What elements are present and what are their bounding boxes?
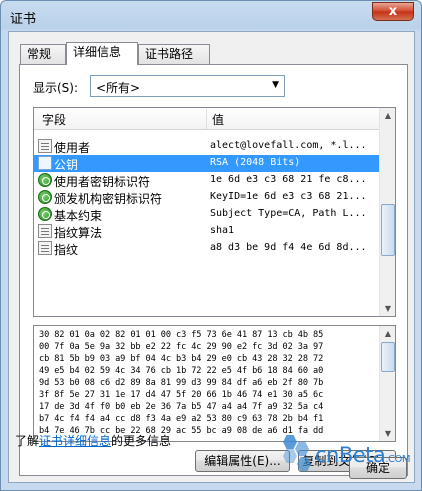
certificate-dialog: 证书 x 常规 详细信息 证书路径 显示(S): <所有> ▼ 字段 值 使用者… xyxy=(0,0,422,491)
hex-line: 30 82 01 0a 02 82 01 01 00 c3 f5 73 6e 4… xyxy=(39,330,324,340)
watermark-hex-shape xyxy=(297,457,311,471)
list-row[interactable]: 使用者密钥标识符 1e 6d e3 c3 68 21 fe c8... xyxy=(34,172,380,189)
row-field: 公钥 xyxy=(54,158,79,172)
row-field: 颁发机构密钥标识符 xyxy=(54,192,163,206)
list-row[interactable]: 指纹 a8 d3 be 9d f4 4e 6d 8d... xyxy=(34,240,380,257)
value-detail-box[interactable]: 30 82 01 0a 02 82 01 01 00 c3 f5 73 6e 4… xyxy=(33,325,396,442)
certificate-field-icon xyxy=(38,224,52,238)
hex-line: b7 4c f4 f4 a4 cc d8 f3 4a e9 a2 53 80 c… xyxy=(39,414,324,424)
scroll-up-icon[interactable]: ▲ xyxy=(381,326,395,341)
row-value: 1e 6d e3 c3 68 21 fe c8... xyxy=(210,174,367,185)
row-value: KeyID=1e 6d e3 c3 68 21... xyxy=(210,191,367,202)
hex-line: 49 e5 b4 02 59 4c 34 76 cb 1b 72 22 e5 4… xyxy=(39,366,324,376)
list-row[interactable]: 使用者 alect@lovefall.com, *.l... xyxy=(34,138,380,155)
window-title: 证书 xyxy=(10,12,37,27)
learn-more-prefix: 了解 xyxy=(15,434,40,448)
certificate-field-icon xyxy=(38,241,52,255)
column-header-field[interactable]: 字段 xyxy=(42,111,66,128)
learn-more-suffix: 的更多信息 xyxy=(111,434,172,448)
list-row[interactable]: 颁发机构密钥标识符 KeyID=1e 6d e3 c3 68 21... xyxy=(34,189,380,206)
tab-details[interactable]: 详细信息 xyxy=(66,42,138,65)
fields-list[interactable]: 字段 值 使用者 alect@lovefall.com, *.l... 公钥 R… xyxy=(33,107,396,317)
scroll-thumb[interactable] xyxy=(381,342,395,372)
show-label: 显示(S): xyxy=(33,81,79,95)
close-button[interactable]: x xyxy=(372,2,414,21)
show-dropdown-value: <所有> xyxy=(96,81,141,95)
row-value: a8 d3 be 9d f4 4e 6d 8d... xyxy=(210,242,367,253)
chevron-down-icon: ▼ xyxy=(272,80,279,90)
title-bar[interactable]: 证书 x xyxy=(1,1,421,31)
scroll-up-icon[interactable]: ▲ xyxy=(381,108,395,123)
hex-line: 3f 8f 5e 27 31 1e 17 d4 47 5f 20 66 1b 4… xyxy=(39,390,324,400)
learn-more-link[interactable]: 证书详细信息 xyxy=(39,434,111,448)
column-header-value[interactable]: 值 xyxy=(212,111,224,128)
row-field: 使用者 xyxy=(54,141,91,155)
watermark-text: cnBeta.COM xyxy=(315,443,410,467)
learn-more-text: 了解证书详细信息的更多信息 xyxy=(15,432,171,449)
key-icon xyxy=(38,156,52,170)
watermark-hex-shape xyxy=(283,435,297,449)
scroll-thumb[interactable] xyxy=(381,204,395,256)
certificate-field-icon xyxy=(38,139,52,153)
edit-properties-button[interactable]: 编辑属性(E)... xyxy=(195,450,290,472)
list-row[interactable]: 指纹算法 sha1 xyxy=(34,223,380,240)
list-header: 字段 值 xyxy=(34,108,380,130)
show-dropdown[interactable]: <所有> ▼ xyxy=(90,75,285,97)
scroll-down-icon[interactable]: ▼ xyxy=(381,301,395,316)
tab-general[interactable]: 常规 xyxy=(20,44,66,64)
extension-icon xyxy=(38,173,52,187)
row-field: 指纹 xyxy=(54,243,79,257)
hex-line: 00 7f 0a 5e 9a 32 bb e2 22 fc 4c 29 90 e… xyxy=(39,342,324,352)
hex-line: 9d 53 b0 08 c6 d2 89 8a 81 99 d3 99 84 d… xyxy=(39,378,324,388)
row-field: 指纹算法 xyxy=(54,226,103,240)
detail-scrollbar[interactable]: ▲ ▼ xyxy=(379,326,395,441)
extension-icon xyxy=(38,207,52,221)
row-value: sha1 xyxy=(210,225,235,236)
watermark-hex-shape xyxy=(295,442,309,456)
row-field: 基本约束 xyxy=(54,209,103,223)
list-scrollbar[interactable]: ▲ ▼ xyxy=(379,108,395,316)
hex-line: cb 81 5b b9 03 a9 bf 04 4c b3 b4 29 e0 c… xyxy=(39,354,324,364)
tab-certification-path[interactable]: 证书路径 xyxy=(138,44,210,64)
cnbeta-watermark: cnBeta.COM xyxy=(277,429,422,481)
row-value: RSA (2048 Bits) xyxy=(210,157,301,168)
row-field: 使用者密钥标识符 xyxy=(54,175,151,189)
extension-icon xyxy=(38,190,52,204)
row-value: alect@lovefall.com, *.l... xyxy=(210,140,367,151)
row-value: Subject Type=CA, Path L... xyxy=(210,208,367,219)
watermark-hex-shape xyxy=(283,449,297,463)
list-row-selected[interactable]: 公钥 RSA (2048 Bits) xyxy=(34,155,380,172)
list-row[interactable]: 基本约束 Subject Type=CA, Path L... xyxy=(34,206,380,223)
column-divider[interactable] xyxy=(206,109,207,129)
dialog-body: 常规 详细信息 证书路径 显示(S): <所有> ▼ 字段 值 使用者 alec… xyxy=(8,31,415,483)
hex-line: 17 de 3d 4f f0 b0 eb 2e 36 7a b5 47 a4 a… xyxy=(39,402,324,412)
details-panel: 显示(S): <所有> ▼ 字段 值 使用者 alect@lovefall.co… xyxy=(19,64,408,476)
